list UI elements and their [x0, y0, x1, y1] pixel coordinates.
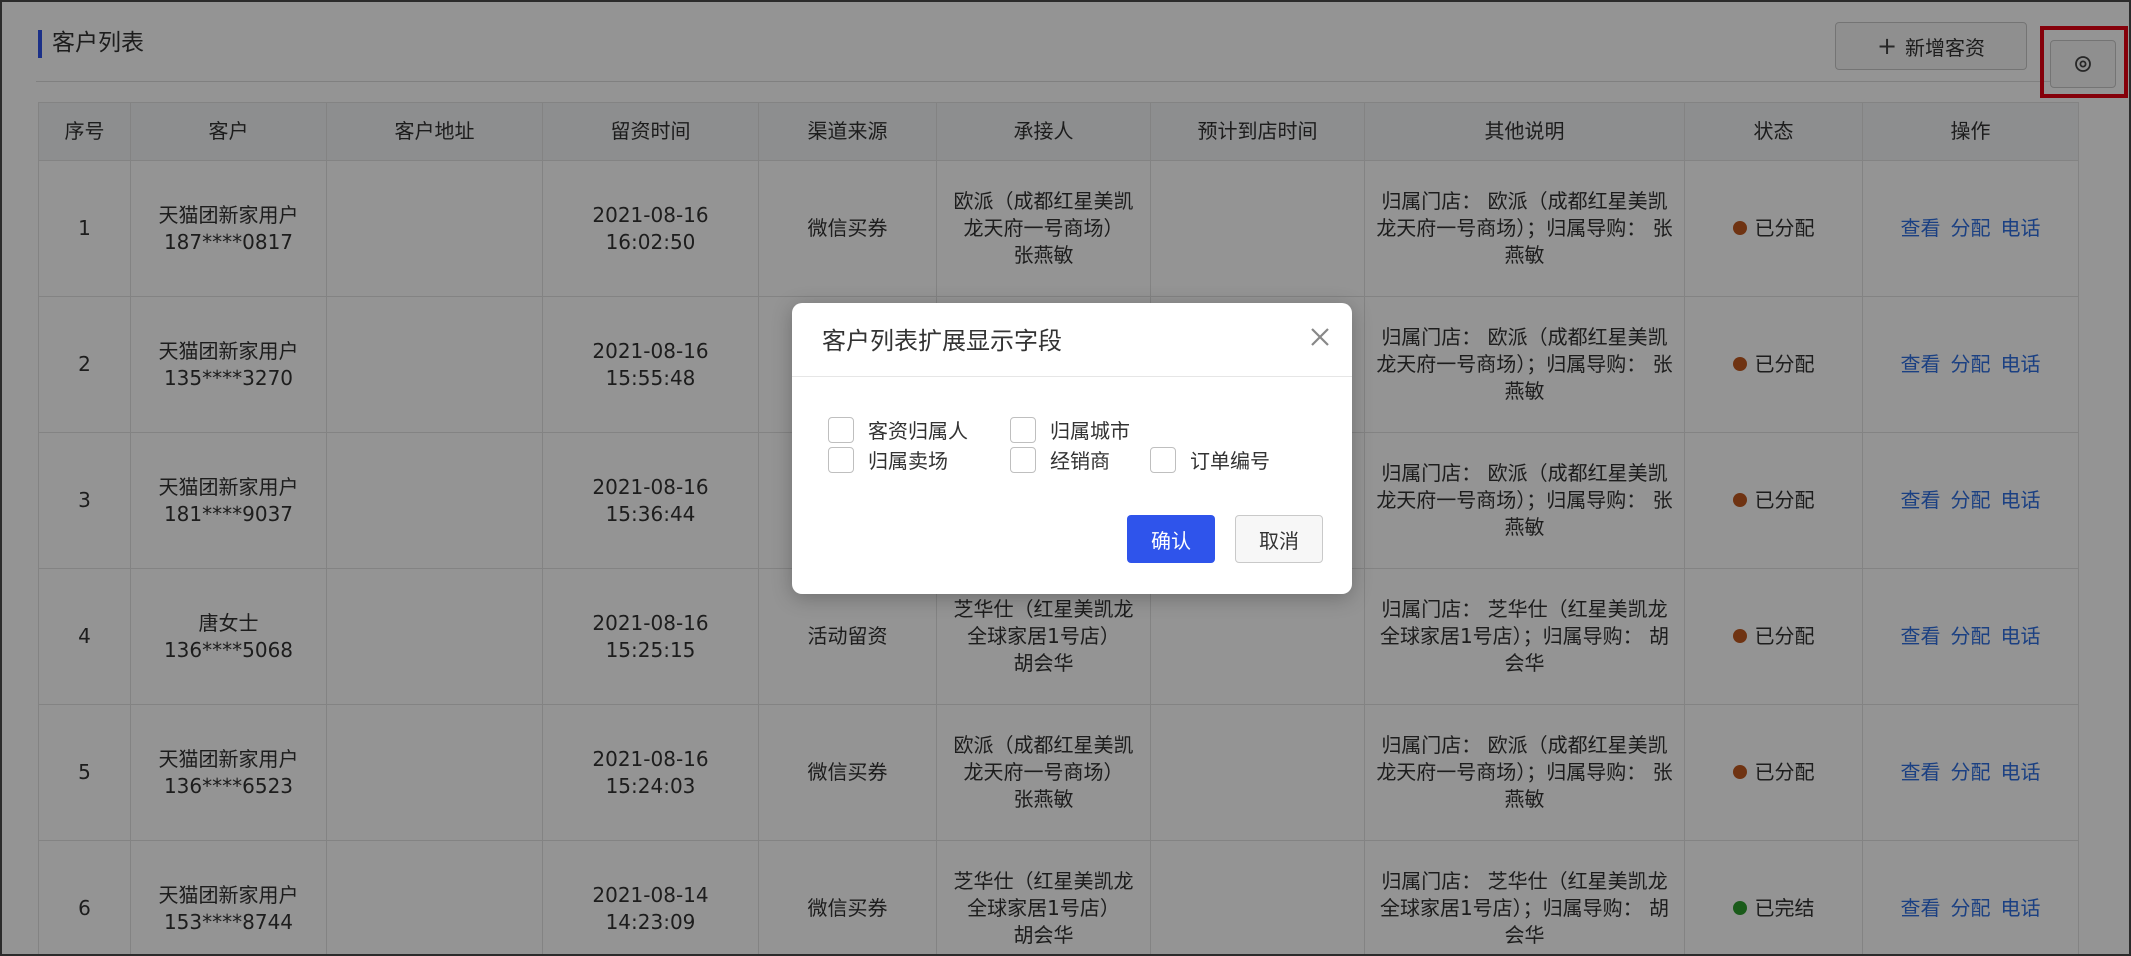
- modal-title: 客户列表扩展显示字段: [822, 327, 1062, 355]
- option-label: 归属城市: [1050, 419, 1130, 443]
- option-mall[interactable]: 归属卖场: [828, 445, 948, 474]
- modal-header: 客户列表扩展显示字段: [792, 303, 1352, 377]
- confirm-button[interactable]: 确认: [1127, 515, 1215, 563]
- option-label: 订单编号: [1190, 449, 1270, 473]
- checkbox[interactable]: [828, 446, 854, 473]
- option-order-no[interactable]: 订单编号: [1150, 445, 1270, 474]
- checkbox[interactable]: [828, 416, 854, 443]
- checkbox[interactable]: [1010, 416, 1036, 443]
- cancel-button[interactable]: 取消: [1235, 515, 1323, 563]
- option-owner[interactable]: 客资归属人: [828, 415, 968, 444]
- option-label: 经销商: [1050, 449, 1110, 473]
- checkbox[interactable]: [1150, 446, 1176, 473]
- option-label: 归属卖场: [868, 449, 948, 473]
- extend-fields-modal: 客户列表扩展显示字段 客资归属人 归属城市 归属卖场 经销商 订单编号 确认 取…: [792, 303, 1352, 594]
- close-icon[interactable]: [1306, 323, 1334, 351]
- option-label: 客资归属人: [868, 419, 968, 443]
- checkbox[interactable]: [1010, 446, 1036, 473]
- app-frame: 客户列表 + 新增客资 序号 客户 客户地址 留资时间 渠道来源 承接人 预计到店时间 其他说…: [0, 0, 2131, 956]
- option-dealer[interactable]: 经销商: [1010, 445, 1110, 474]
- option-city[interactable]: 归属城市: [1010, 415, 1130, 444]
